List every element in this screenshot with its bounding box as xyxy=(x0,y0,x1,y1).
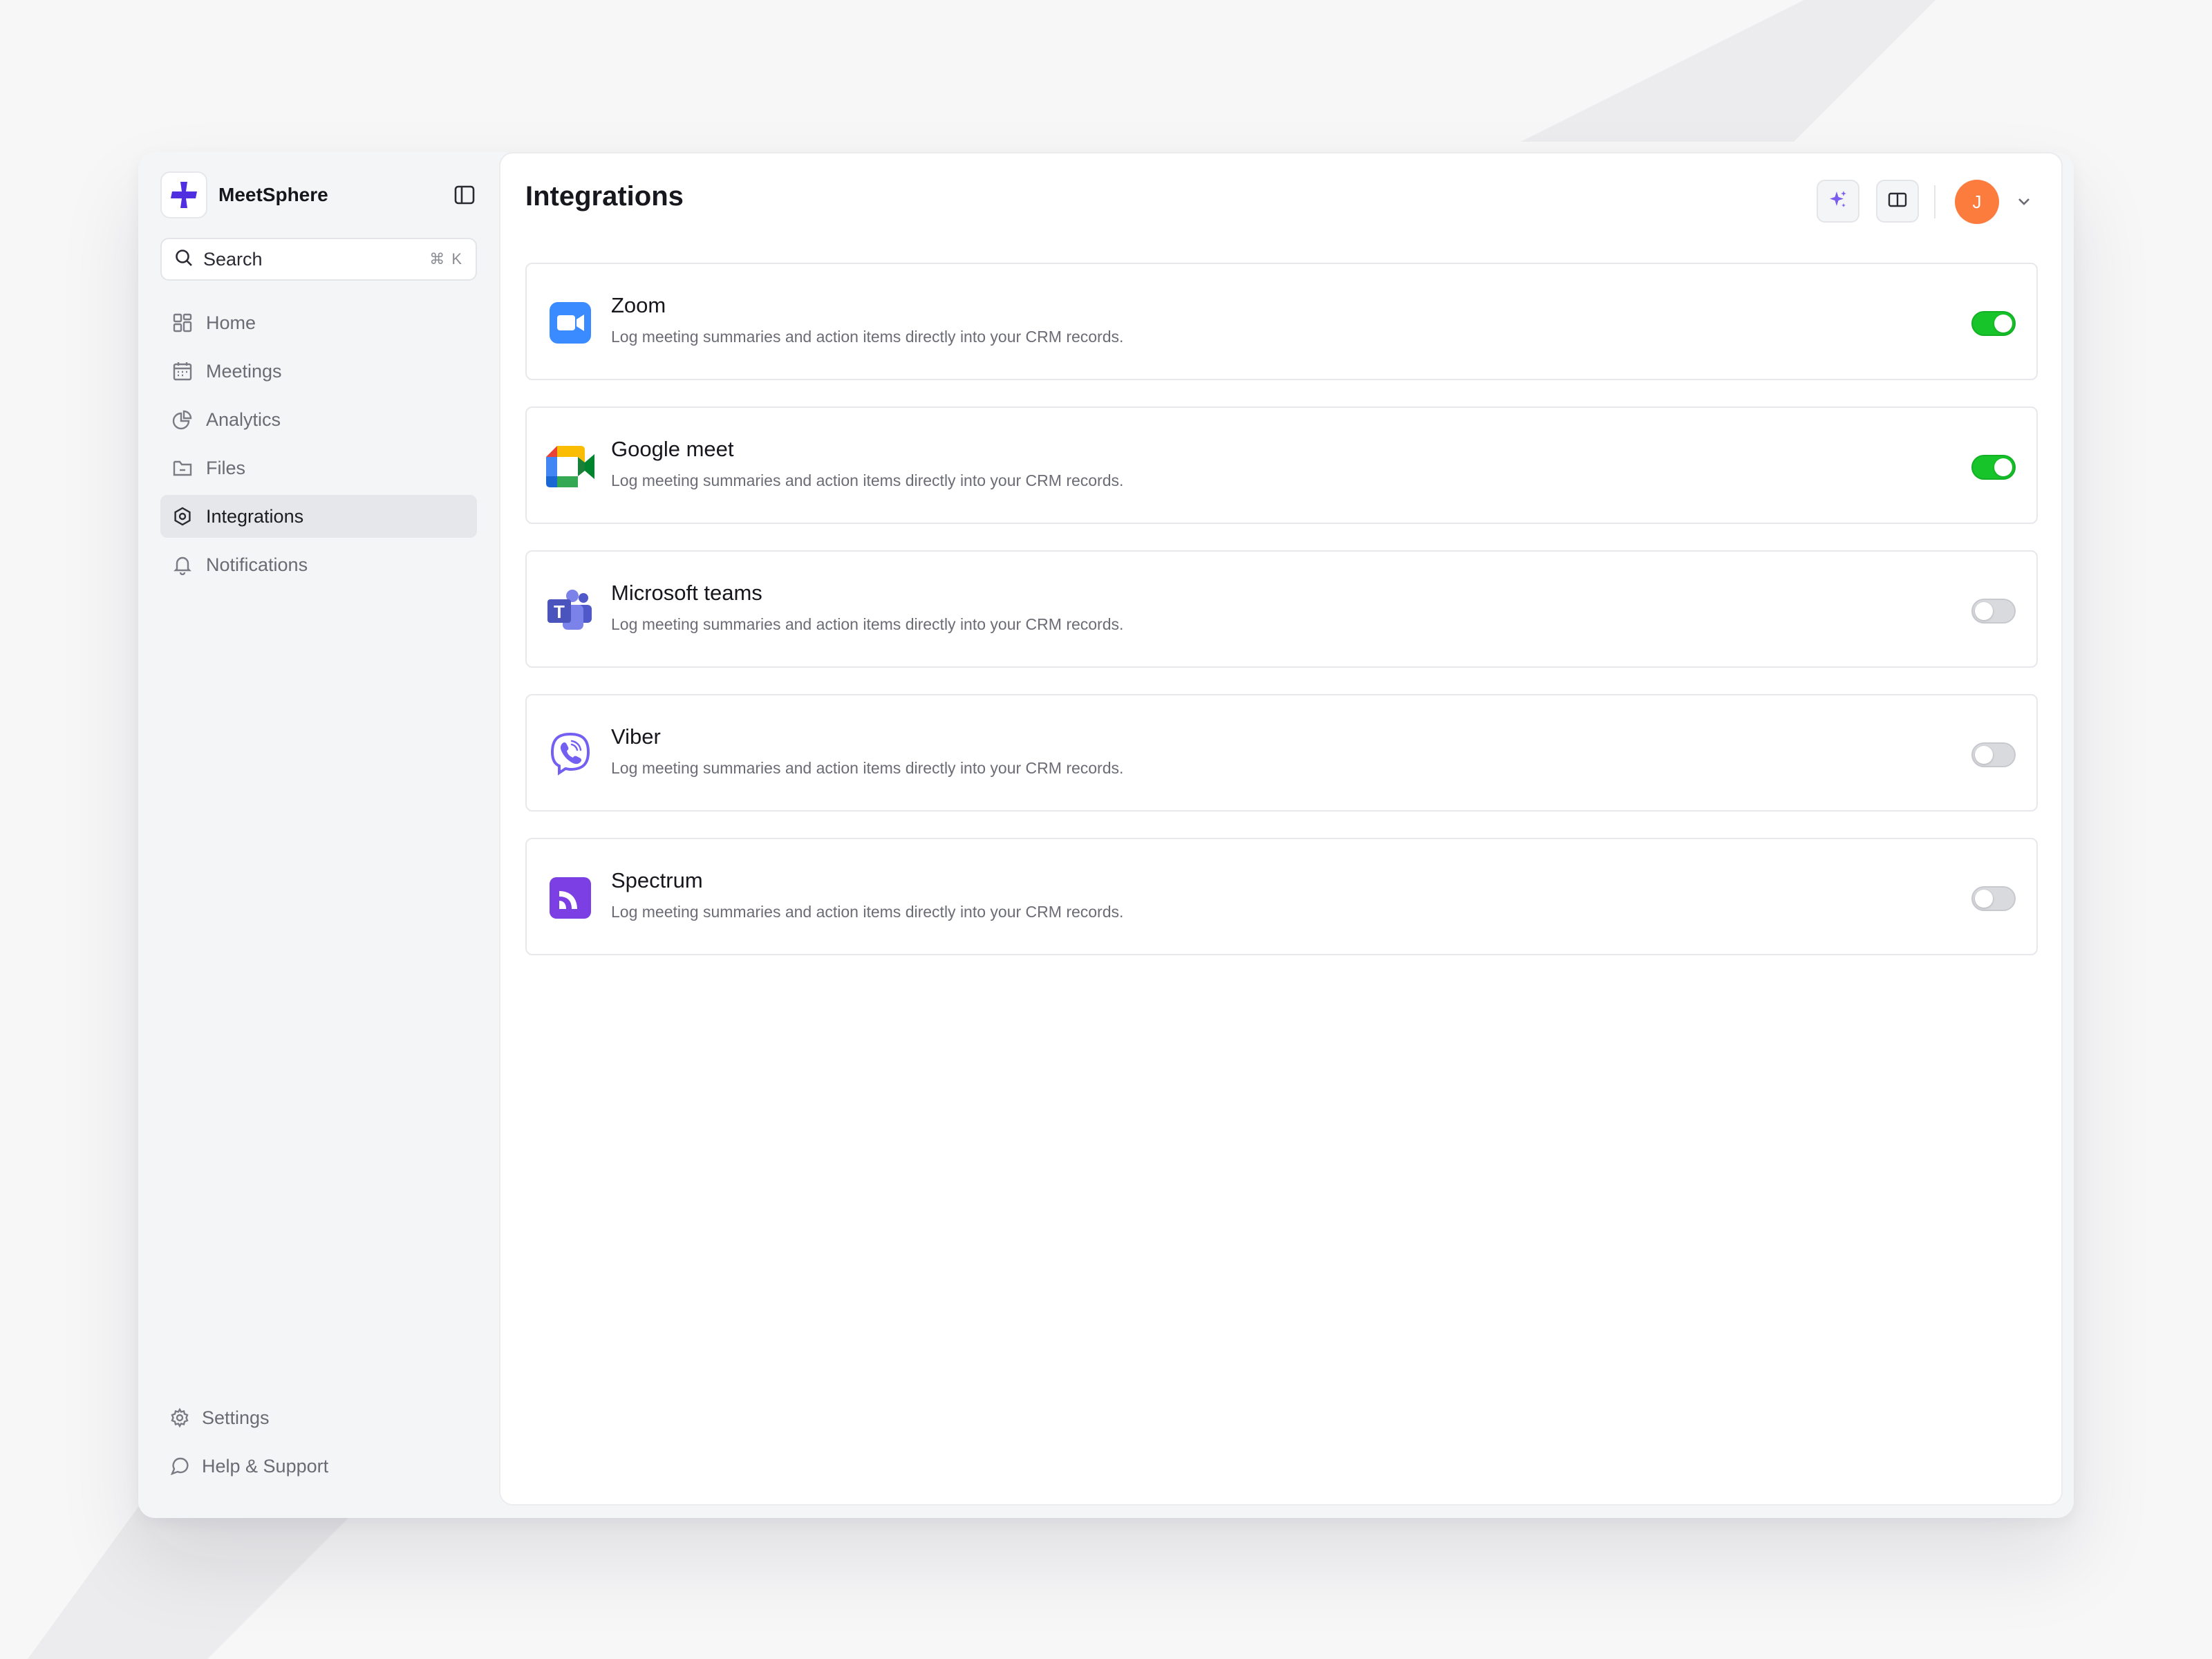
brand-logo-icon xyxy=(160,171,207,218)
zoom-toggle[interactable] xyxy=(1971,311,2016,336)
sidebar-item-label: Analytics xyxy=(206,409,281,430)
sidebar-item-label: Home xyxy=(206,312,256,333)
integration-description: Log meeting summaries and action items d… xyxy=(611,328,1124,346)
spectrum-toggle[interactable] xyxy=(1971,886,2016,911)
pie-chart-icon xyxy=(171,409,194,431)
integration-card-zoom: Zoom Log meeting summaries and action it… xyxy=(525,263,2038,380)
header-divider xyxy=(1934,185,1936,218)
integration-card-google-meet: Google meet Log meeting summaries and ac… xyxy=(525,406,2038,524)
integration-card-microsoft-teams: T Microsoft teams Log meeting summaries … xyxy=(525,550,2038,668)
search-placeholder: Search xyxy=(203,248,263,270)
google-meet-logo-icon xyxy=(546,442,594,491)
sidebar-bottom-nav: Settings Help & Support xyxy=(160,1396,477,1493)
avatar[interactable]: J xyxy=(1955,180,1999,224)
sidebar-item-integrations[interactable]: Integrations xyxy=(160,495,477,538)
sidebar-item-help-support[interactable]: Help & Support xyxy=(160,1445,477,1488)
ai-assistant-button[interactable] xyxy=(1817,180,1859,223)
integration-name: Zoom xyxy=(611,293,666,317)
integrations-icon xyxy=(171,505,194,527)
folder-icon xyxy=(171,457,194,479)
zoom-logo-icon xyxy=(546,299,594,347)
brand[interactable]: MeetSphere xyxy=(160,171,328,218)
google-meet-toggle[interactable] xyxy=(1971,455,2016,480)
sidebar-item-analytics[interactable]: Analytics xyxy=(160,398,477,441)
integration-card-viber: Viber Log meeting summaries and action i… xyxy=(525,694,2038,812)
integration-description: Log meeting summaries and action items d… xyxy=(611,759,1124,777)
sidebar-item-label: Files xyxy=(206,457,246,478)
calendar-icon xyxy=(171,360,194,382)
sidebar-item-label: Integrations xyxy=(206,505,304,527)
svg-text:T: T xyxy=(554,601,565,622)
search-shortcut: ⌘ K xyxy=(429,250,463,268)
sidebar-toggle-icon[interactable] xyxy=(451,181,478,209)
integration-name: Spectrum xyxy=(611,868,703,892)
search-icon xyxy=(174,248,194,271)
spectrum-logo-icon xyxy=(546,874,594,922)
sidebar-item-notifications[interactable]: Notifications xyxy=(160,543,477,586)
bell-icon xyxy=(171,554,194,576)
gear-icon xyxy=(169,1407,191,1429)
microsoft-teams-logo-icon: T xyxy=(546,586,594,635)
sidebar-item-meetings[interactable]: Meetings xyxy=(160,350,477,393)
viber-logo-icon xyxy=(546,730,594,778)
integration-name: Google meet xyxy=(611,437,734,461)
search-input[interactable]: Search ⌘ K xyxy=(160,238,477,281)
sidebar-item-home[interactable]: Home xyxy=(160,301,477,344)
sidebar-item-settings[interactable]: Settings xyxy=(160,1396,477,1439)
chevron-down-icon[interactable] xyxy=(2014,192,2034,212)
integration-description: Log meeting summaries and action items d… xyxy=(611,903,1124,921)
chat-support-icon xyxy=(169,1455,191,1477)
viber-toggle[interactable] xyxy=(1971,742,2016,767)
grid-icon xyxy=(171,312,194,334)
integration-name: Microsoft teams xyxy=(611,581,762,605)
main-panel: Integrations J Zoom Log meeting summarie… xyxy=(499,152,2063,1506)
sidebar-item-label: Settings xyxy=(202,1407,270,1428)
integration-name: Viber xyxy=(611,724,661,749)
sparkle-icon xyxy=(1827,189,1849,214)
integration-description: Log meeting summaries and action items d… xyxy=(611,471,1124,489)
app-window: MeetSphere Search ⌘ K Home Meetings Anal… xyxy=(138,152,2074,1518)
sidebar-nav: Home Meetings Analytics Files Integratio… xyxy=(160,301,477,592)
background-band-top xyxy=(1521,0,1936,142)
sidebar-item-files[interactable]: Files xyxy=(160,447,477,489)
sidebar-item-label: Help & Support xyxy=(202,1455,329,1477)
brand-name: MeetSphere xyxy=(218,184,328,205)
docs-button[interactable] xyxy=(1876,180,1919,223)
sidebar-item-label: Notifications xyxy=(206,554,308,575)
page-title: Integrations xyxy=(525,181,684,212)
background-band-bottom xyxy=(28,1507,359,1659)
book-icon xyxy=(1887,189,1908,214)
microsoft-teams-toggle[interactable] xyxy=(1971,599,2016,624)
sidebar: MeetSphere Search ⌘ K Home Meetings Anal… xyxy=(138,152,498,1518)
integration-description: Log meeting summaries and action items d… xyxy=(611,615,1124,633)
sidebar-item-label: Meetings xyxy=(206,360,282,382)
integration-card-spectrum: Spectrum Log meeting summaries and actio… xyxy=(525,838,2038,955)
integrations-list: Zoom Log meeting summaries and action it… xyxy=(525,263,2038,982)
